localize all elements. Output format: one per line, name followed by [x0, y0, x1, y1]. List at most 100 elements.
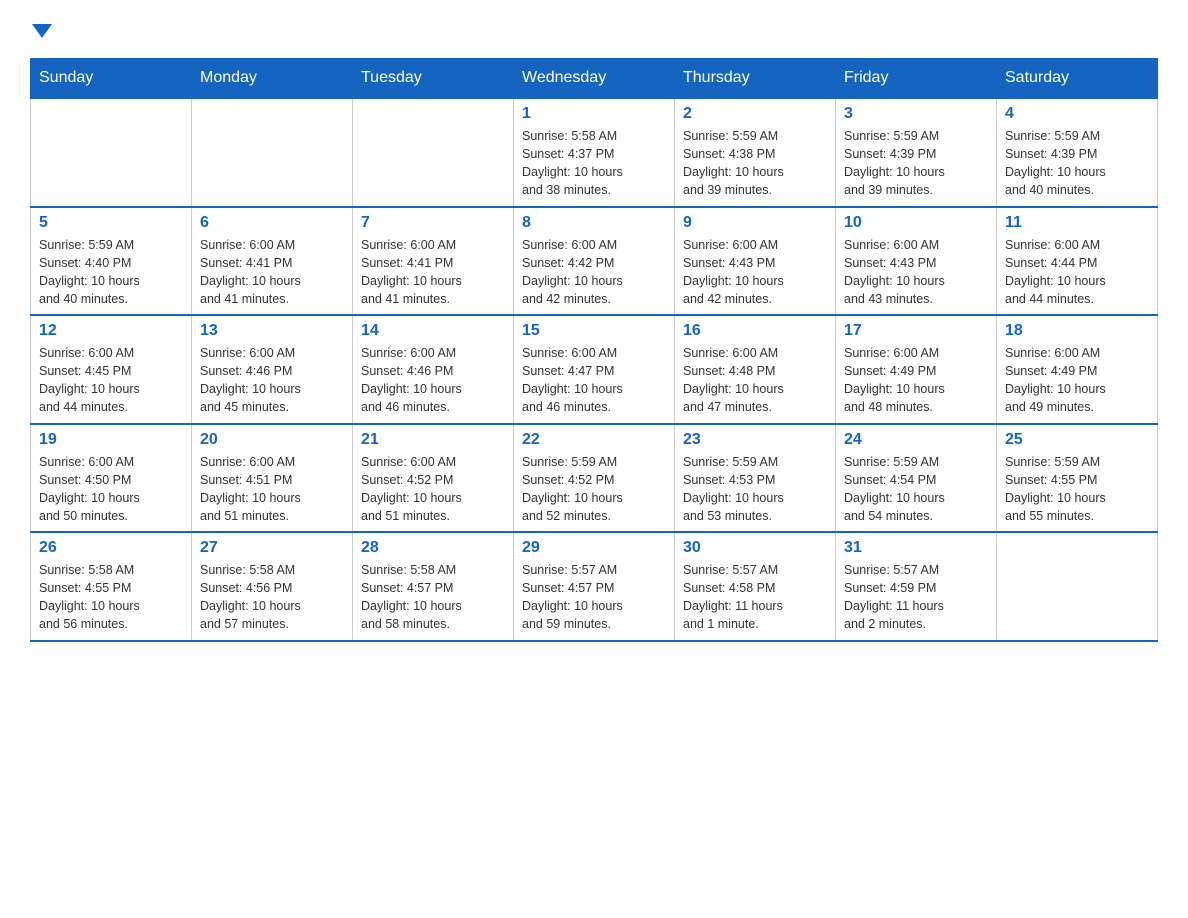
- day-info: Sunrise: 6:00 AM Sunset: 4:44 PM Dayligh…: [1005, 236, 1149, 309]
- calendar-cell: 18 Sunrise: 6:00 AM Sunset: 4:49 PM Dayli…: [997, 315, 1158, 424]
- day-info: Sunrise: 6:00 AM Sunset: 4:43 PM Dayligh…: [844, 236, 988, 309]
- day-number: 12: [39, 322, 183, 340]
- day-info: Sunrise: 5:57 AM Sunset: 4:58 PM Dayligh…: [683, 561, 827, 634]
- day-info: Sunrise: 6:00 AM Sunset: 4:46 PM Dayligh…: [200, 344, 344, 417]
- day-info: Sunrise: 5:59 AM Sunset: 4:55 PM Dayligh…: [1005, 453, 1149, 526]
- day-info: Sunrise: 6:00 AM Sunset: 4:43 PM Dayligh…: [683, 236, 827, 309]
- calendar-cell: 17 Sunrise: 6:00 AM Sunset: 4:49 PM Dayli…: [836, 315, 997, 424]
- calendar-cell: 19 Sunrise: 6:00 AM Sunset: 4:50 PM Dayli…: [31, 424, 192, 533]
- calendar-cell: 12 Sunrise: 6:00 AM Sunset: 4:45 PM Dayli…: [31, 315, 192, 424]
- calendar-cell: 7Sunrise: 6:00 AM Sunset: 4:41 PM Daylig…: [353, 207, 514, 316]
- day-info: Sunrise: 5:59 AM Sunset: 4:54 PM Dayligh…: [844, 453, 988, 526]
- calendar-cell: 3Sunrise: 5:59 AM Sunset: 4:39 PM Daylig…: [836, 98, 997, 207]
- day-info: Sunrise: 6:00 AM Sunset: 4:46 PM Dayligh…: [361, 344, 505, 417]
- calendar-cell: 4Sunrise: 5:59 AM Sunset: 4:39 PM Daylig…: [997, 98, 1158, 207]
- day-info: Sunrise: 6:00 AM Sunset: 4:52 PM Dayligh…: [361, 453, 505, 526]
- day-info: Sunrise: 5:59 AM Sunset: 4:40 PM Dayligh…: [39, 236, 183, 309]
- logo: [30, 20, 52, 38]
- calendar-cell: 6 Sunrise: 6:00 AM Sunset: 4:41 PM Daylig…: [192, 207, 353, 316]
- day-number: 27: [200, 539, 344, 557]
- day-info: Sunrise: 6:00 AM Sunset: 4:49 PM Dayligh…: [1005, 344, 1149, 417]
- day-number: 13: [200, 322, 344, 340]
- calendar-cell: 20 Sunrise: 6:00 AM Sunset: 4:51 PM Dayli…: [192, 424, 353, 533]
- calendar-cell: 11 Sunrise: 6:00 AM Sunset: 4:44 PM Dayli…: [997, 207, 1158, 316]
- day-info: Sunrise: 6:00 AM Sunset: 4:41 PM Dayligh…: [200, 236, 344, 309]
- calendar-cell: 22Sunrise: 5:59 AM Sunset: 4:52 PM Dayli…: [514, 424, 675, 533]
- calendar-cell: 24 Sunrise: 5:59 AM Sunset: 4:54 PM Dayli…: [836, 424, 997, 533]
- calendar-week-row: 1 Sunrise: 5:58 AM Sunset: 4:37 PM Daylig…: [31, 98, 1158, 207]
- page-header: [30, 20, 1158, 38]
- day-info: Sunrise: 5:57 AM Sunset: 4:59 PM Dayligh…: [844, 561, 988, 634]
- day-info: Sunrise: 6:00 AM Sunset: 4:50 PM Dayligh…: [39, 453, 183, 526]
- calendar-cell: 1 Sunrise: 5:58 AM Sunset: 4:37 PM Daylig…: [514, 98, 675, 207]
- calendar-cell: [192, 98, 353, 207]
- day-info: Sunrise: 6:00 AM Sunset: 4:42 PM Dayligh…: [522, 236, 666, 309]
- day-number: 21: [361, 431, 505, 449]
- calendar-cell: [997, 532, 1158, 641]
- calendar-week-row: 5 Sunrise: 5:59 AM Sunset: 4:40 PM Daylig…: [31, 207, 1158, 316]
- day-info: Sunrise: 5:58 AM Sunset: 4:56 PM Dayligh…: [200, 561, 344, 634]
- day-info: Sunrise: 5:57 AM Sunset: 4:57 PM Dayligh…: [522, 561, 666, 634]
- day-number: 6: [200, 214, 344, 232]
- calendar-cell: 10 Sunrise: 6:00 AM Sunset: 4:43 PM Dayli…: [836, 207, 997, 316]
- day-info: Sunrise: 5:58 AM Sunset: 4:57 PM Dayligh…: [361, 561, 505, 634]
- day-number: 14: [361, 322, 505, 340]
- day-number: 18: [1005, 322, 1149, 340]
- calendar-header-row: SundayMondayTuesdayWednesdayThursdayFrid…: [31, 59, 1158, 99]
- calendar-header-tuesday: Tuesday: [353, 59, 514, 99]
- calendar-cell: 2 Sunrise: 5:59 AM Sunset: 4:38 PM Daylig…: [675, 98, 836, 207]
- day-number: 1: [522, 105, 666, 123]
- day-number: 29: [522, 539, 666, 557]
- day-info: Sunrise: 5:59 AM Sunset: 4:53 PM Dayligh…: [683, 453, 827, 526]
- calendar-cell: 8 Sunrise: 6:00 AM Sunset: 4:42 PM Daylig…: [514, 207, 675, 316]
- day-number: 23: [683, 431, 827, 449]
- calendar-week-row: 26Sunrise: 5:58 AM Sunset: 4:55 PM Dayli…: [31, 532, 1158, 641]
- day-number: 15: [522, 322, 666, 340]
- calendar-cell: 13 Sunrise: 6:00 AM Sunset: 4:46 PM Dayli…: [192, 315, 353, 424]
- calendar-table: SundayMondayTuesdayWednesdayThursdayFrid…: [30, 58, 1158, 642]
- calendar-header-friday: Friday: [836, 59, 997, 99]
- calendar-header-wednesday: Wednesday: [514, 59, 675, 99]
- day-number: 10: [844, 214, 988, 232]
- day-number: 20: [200, 431, 344, 449]
- day-info: Sunrise: 6:00 AM Sunset: 4:48 PM Dayligh…: [683, 344, 827, 417]
- day-number: 16: [683, 322, 827, 340]
- calendar-cell: 9 Sunrise: 6:00 AM Sunset: 4:43 PM Daylig…: [675, 207, 836, 316]
- calendar-header-monday: Monday: [192, 59, 353, 99]
- calendar-cell: 25Sunrise: 5:59 AM Sunset: 4:55 PM Dayli…: [997, 424, 1158, 533]
- day-number: 17: [844, 322, 988, 340]
- day-info: Sunrise: 5:59 AM Sunset: 4:52 PM Dayligh…: [522, 453, 666, 526]
- calendar-week-row: 12 Sunrise: 6:00 AM Sunset: 4:45 PM Dayli…: [31, 315, 1158, 424]
- day-number: 30: [683, 539, 827, 557]
- calendar-header-saturday: Saturday: [997, 59, 1158, 99]
- day-info: Sunrise: 5:58 AM Sunset: 4:37 PM Dayligh…: [522, 127, 666, 200]
- day-info: Sunrise: 6:00 AM Sunset: 4:47 PM Dayligh…: [522, 344, 666, 417]
- day-info: Sunrise: 5:59 AM Sunset: 4:38 PM Dayligh…: [683, 127, 827, 200]
- day-number: 24: [844, 431, 988, 449]
- calendar-cell: 23 Sunrise: 5:59 AM Sunset: 4:53 PM Dayli…: [675, 424, 836, 533]
- calendar-cell: 15 Sunrise: 6:00 AM Sunset: 4:47 PM Dayli…: [514, 315, 675, 424]
- calendar-cell: 14 Sunrise: 6:00 AM Sunset: 4:46 PM Dayli…: [353, 315, 514, 424]
- day-number: 9: [683, 214, 827, 232]
- calendar-cell: 21 Sunrise: 6:00 AM Sunset: 4:52 PM Dayli…: [353, 424, 514, 533]
- calendar-cell: 26Sunrise: 5:58 AM Sunset: 4:55 PM Dayli…: [31, 532, 192, 641]
- day-number: 11: [1005, 214, 1149, 232]
- calendar-cell: 5 Sunrise: 5:59 AM Sunset: 4:40 PM Daylig…: [31, 207, 192, 316]
- calendar-cell: [31, 98, 192, 207]
- day-number: 19: [39, 431, 183, 449]
- day-number: 7: [361, 214, 505, 232]
- day-number: 2: [683, 105, 827, 123]
- calendar-header-thursday: Thursday: [675, 59, 836, 99]
- calendar-cell: 29 Sunrise: 5:57 AM Sunset: 4:57 PM Dayli…: [514, 532, 675, 641]
- day-number: 31: [844, 539, 988, 557]
- calendar-cell: 27 Sunrise: 5:58 AM Sunset: 4:56 PM Dayli…: [192, 532, 353, 641]
- day-info: Sunrise: 6:00 AM Sunset: 4:45 PM Dayligh…: [39, 344, 183, 417]
- day-number: 8: [522, 214, 666, 232]
- day-number: 5: [39, 214, 183, 232]
- calendar-cell: 28Sunrise: 5:58 AM Sunset: 4:57 PM Dayli…: [353, 532, 514, 641]
- calendar-header-sunday: Sunday: [31, 59, 192, 99]
- day-info: Sunrise: 5:58 AM Sunset: 4:55 PM Dayligh…: [39, 561, 183, 634]
- day-number: 4: [1005, 105, 1149, 123]
- day-info: Sunrise: 6:00 AM Sunset: 4:51 PM Dayligh…: [200, 453, 344, 526]
- day-info: Sunrise: 6:00 AM Sunset: 4:49 PM Dayligh…: [844, 344, 988, 417]
